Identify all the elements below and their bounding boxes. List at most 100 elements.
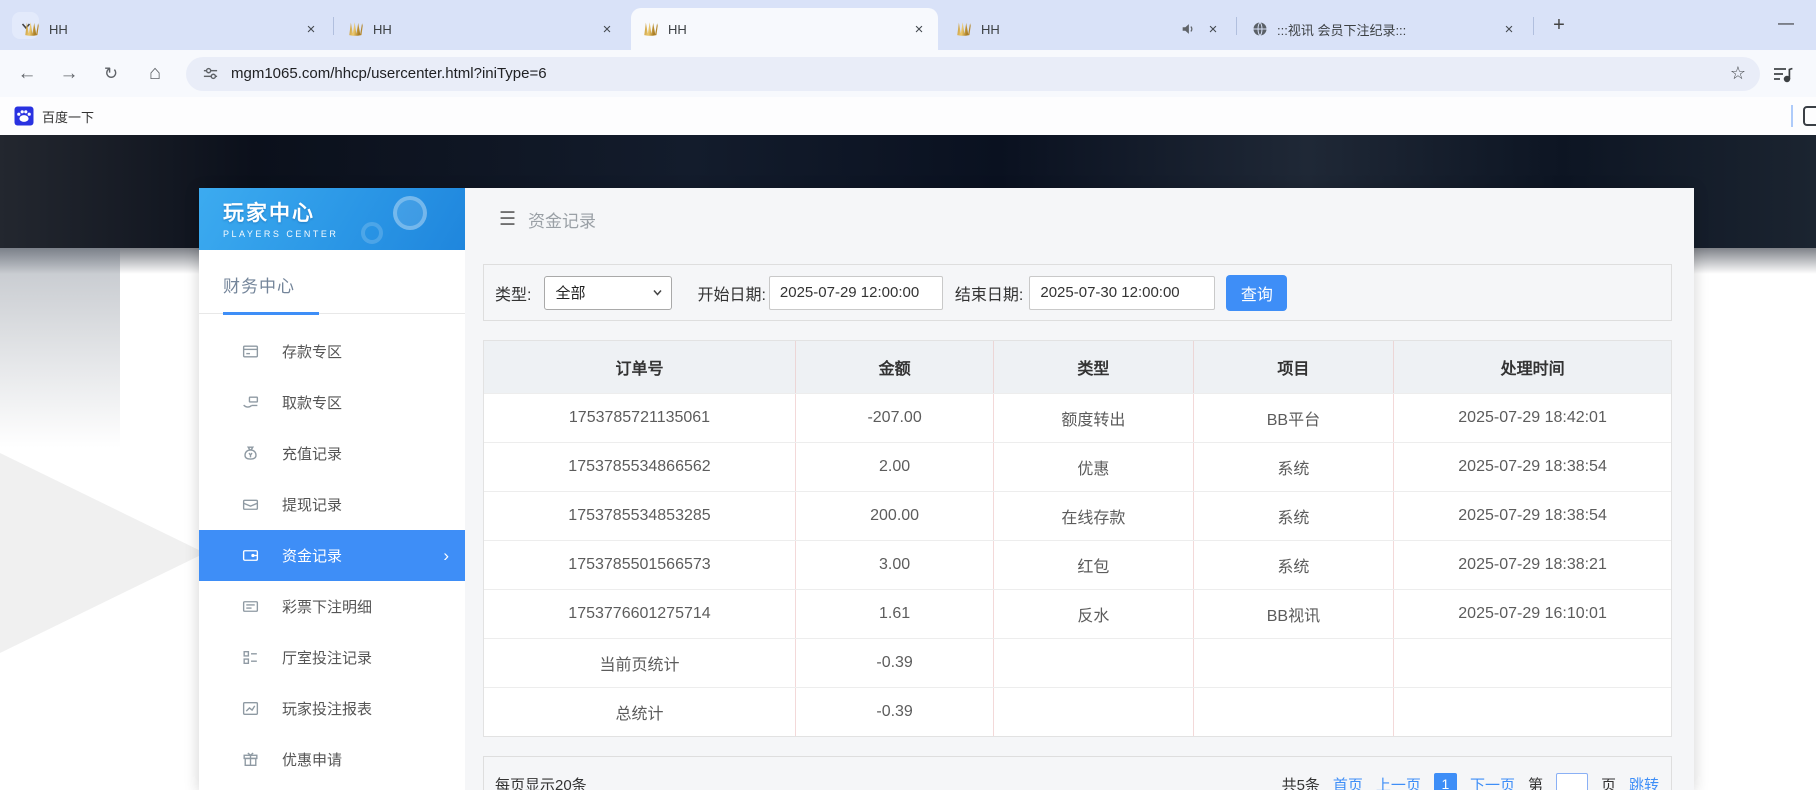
tab-hh-3-active[interactable]: HH × [631, 8, 938, 50]
sidebar-item-lottery-bet-detail[interactable]: 彩票下注明细 [199, 581, 465, 632]
site-favicon [25, 22, 39, 36]
reload-button[interactable]: ↻ [94, 57, 128, 91]
sidebar-item-promo-apply-records[interactable]: 优惠申请记录 [199, 785, 465, 790]
col-header-type: 类型 [993, 341, 1192, 393]
jump-link[interactable]: 跳转 [1629, 774, 1659, 790]
baidu-paw-icon [14, 106, 34, 126]
site-settings-icon[interactable] [202, 65, 219, 82]
cell-amount: 2.00 [794, 443, 993, 491]
tab-hh-4[interactable]: HH × [944, 8, 1232, 50]
forward-button[interactable]: → [52, 57, 86, 91]
first-page-link[interactable]: 首页 [1333, 774, 1363, 790]
cell-time: 2025-07-29 18:38:21 [1393, 541, 1671, 589]
site-favicon [349, 22, 363, 36]
tab-separator [1533, 17, 1534, 35]
home-button[interactable]: ⌂ [138, 57, 172, 91]
sidebar-item-label: 资金记录 [282, 548, 343, 565]
sidebar-item-label: 彩票下注明细 [282, 599, 373, 616]
cell-empty [1393, 688, 1671, 736]
hamburger-icon[interactable]: ☰ [499, 208, 516, 231]
tab-video-records[interactable]: :::视讯 会员下注纪录::: × [1240, 8, 1528, 50]
current-page-badge[interactable]: 1 [1433, 772, 1457, 790]
bookmarks-bar: 百度一下 [0, 97, 1816, 135]
media-controls-icon[interactable] [1772, 64, 1794, 84]
cell-amount: -0.39 [794, 639, 993, 687]
cell-order-no: 1753785534853285 [568, 507, 711, 524]
table-row: 1753785534866562 2.00 优惠 系统 2025-07-29 1… [484, 442, 1671, 491]
cell-amount: 200.00 [794, 492, 993, 540]
sidebar-item-recharge-records[interactable]: 充值记录 [199, 428, 465, 479]
cell-type: 优惠 [993, 443, 1192, 491]
table-row: 1753785501566573 3.00 红包 系统 2025-07-29 1… [484, 540, 1671, 589]
sidebar-item-label: 优惠申请 [282, 752, 343, 769]
sidebar: 玩家中心 PLAYERS CENTER 财务中心 存款专区 取款专区 充值记录 … [199, 188, 465, 790]
tab-title: HH [373, 21, 392, 37]
close-icon[interactable]: × [1500, 20, 1518, 38]
wallet-icon [241, 546, 260, 565]
prev-page-link[interactable]: 上一页 [1376, 774, 1421, 790]
site-favicon [644, 22, 658, 36]
decorative-circle [361, 222, 383, 244]
sidebar-subtitle: PLAYERS CENTER [223, 229, 339, 239]
close-icon[interactable]: × [598, 20, 616, 38]
gift-icon [241, 750, 260, 769]
tab-hh-2[interactable]: HH × [336, 8, 626, 50]
cell-amount: 3.00 [794, 541, 993, 589]
browser-window: HH × HH × HH × HH × :::视讯 会员下注纪录::: × + … [0, 0, 1816, 790]
next-page-link[interactable]: 下一页 [1470, 774, 1515, 790]
sidebar-item-funds-records[interactable]: 资金记录 › [199, 530, 465, 581]
type-select[interactable]: 全部 [544, 275, 673, 310]
sidebar-item-player-bet-report[interactable]: 玩家投注报表 [199, 683, 465, 734]
type-select-value: 全部 [555, 285, 586, 302]
cell-type: 红包 [993, 541, 1192, 589]
cell-time: 2025-07-29 18:38:54 [1393, 492, 1671, 540]
close-icon[interactable]: × [302, 20, 320, 38]
sidebar-item-deposit-zone[interactable]: 存款专区 [199, 326, 465, 377]
section-underline [223, 312, 319, 315]
side-panel-icon[interactable] [1803, 106, 1816, 126]
deposit-card-icon [241, 342, 260, 361]
tab-hh-1[interactable]: HH × [12, 8, 330, 50]
end-date-input[interactable]: 2025-07-30 12:00:00 [1029, 275, 1216, 310]
back-button[interactable]: ← [10, 57, 44, 91]
main-content: ☰ 资金记录 类型: 全部 开始日期: 2025-07-29 12:00:00 … [465, 188, 1694, 790]
sidebar-item-withdraw-zone[interactable]: 取款专区 [199, 377, 465, 428]
table-row-page-total: 当前页统计 -0.39 [484, 638, 1671, 687]
content-header: ☰ 资金记录 [465, 188, 1694, 250]
close-icon[interactable]: × [1204, 20, 1222, 38]
col-header-project: 项目 [1192, 341, 1394, 393]
cell-empty [1393, 639, 1671, 687]
speaker-icon[interactable] [1180, 21, 1196, 37]
tab-separator [1236, 17, 1237, 35]
decorative-triangle [0, 453, 205, 653]
bookmark-star-icon[interactable]: ☆ [1730, 63, 1746, 84]
cell-order-no: 1753776601275714 [568, 605, 711, 622]
sidebar-item-label: 存款专区 [282, 344, 343, 361]
total-count-label: 共5条 [1281, 776, 1320, 790]
close-icon[interactable]: × [910, 20, 928, 38]
cell-order-no: 1753785534866562 [568, 458, 711, 475]
browser-toolbar: ← → ↻ ⌂ mgm1065.com/hhcp/usercenter.html… [0, 50, 1816, 97]
sidebar-item-hall-bet-records[interactable]: 厅室投注记录 [199, 632, 465, 683]
cell-project: BB视讯 [1192, 590, 1394, 638]
sidebar-item-promo-apply[interactable]: 优惠申请 [199, 734, 465, 785]
minimize-button[interactable]: — [1768, 6, 1804, 42]
jump-prefix-label: 第 [1527, 776, 1543, 790]
start-date-input[interactable]: 2025-07-29 12:00:00 [768, 275, 943, 310]
bookmark-baidu[interactable]: 百度一下 [14, 106, 94, 126]
page-number-input[interactable] [1555, 772, 1588, 790]
search-button[interactable]: 查询 [1226, 274, 1288, 311]
cell-label: 当前页统计 [599, 657, 680, 674]
cell-empty [993, 688, 1192, 736]
tab-title: HH [981, 21, 1000, 37]
url-text[interactable]: mgm1065.com/hhcp/usercenter.html?iniType… [231, 65, 1730, 82]
col-header-amount: 金额 [794, 341, 993, 393]
chart-icon [241, 699, 260, 718]
sidebar-item-withdrawal-records[interactable]: 提现记录 [199, 479, 465, 530]
new-tab-button[interactable]: + [1545, 11, 1573, 39]
sidebar-item-label: 取款专区 [282, 395, 343, 412]
page-title: 资金记录 [528, 211, 597, 231]
address-bar[interactable]: mgm1065.com/hhcp/usercenter.html?iniType… [186, 56, 1760, 91]
cell-empty [1192, 639, 1394, 687]
globe-icon [1252, 21, 1268, 37]
